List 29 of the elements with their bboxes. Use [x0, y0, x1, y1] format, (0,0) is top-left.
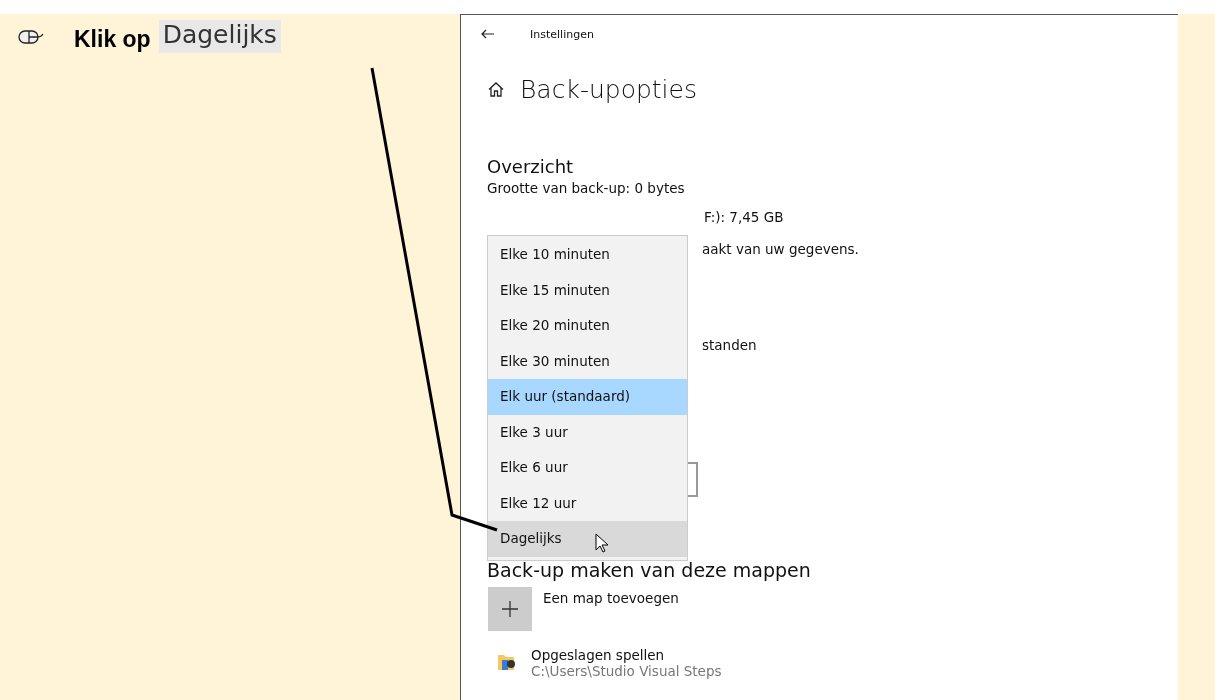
total-space-text: F:): 7,45 GB	[704, 209, 785, 225]
back-arrow-icon[interactable]	[481, 29, 495, 39]
folder-name: Opgeslagen spellen	[531, 647, 666, 663]
info-text: aakt van uw gegevens.	[702, 241, 860, 257]
dropdown-option[interactable]: Elk uur (standaard)	[488, 379, 687, 415]
target-label: Dagelijks	[158, 20, 281, 53]
plus-icon	[502, 601, 518, 617]
page-title: Back-upopties	[520, 75, 697, 104]
window-title: Instellingen	[530, 27, 594, 41]
dropdown-option[interactable]: Elke 12 uur	[488, 485, 687, 521]
mouse-icon	[18, 29, 44, 44]
backup-size-text: Grootte van back-up: 0 bytes	[487, 180, 686, 196]
folder-path: C:\Users\Studio Visual Steps	[531, 663, 722, 679]
dropdown-option[interactable]: Elke 15 minuten	[488, 272, 687, 308]
dropdown-option[interactable]: Elke 30 minuten	[488, 343, 687, 379]
files-text: standen	[702, 337, 758, 353]
folder-icon	[497, 652, 517, 672]
dropdown-option[interactable]: Dagelijks	[488, 521, 687, 557]
dropdown-option[interactable]: Elke 20 minuten	[488, 308, 687, 344]
cursor-icon	[595, 533, 609, 553]
add-folder-button[interactable]	[488, 587, 532, 631]
dropdown-option[interactable]: Elke 3 uur	[488, 414, 687, 450]
section-heading: Overzicht	[487, 156, 575, 177]
section-heading: Back-up maken van deze mappen	[487, 559, 812, 581]
instruction-text: Klik op	[74, 26, 151, 53]
home-icon[interactable]	[488, 82, 504, 97]
dropdown-option[interactable]: Elke 10 minuten	[488, 237, 687, 273]
dropdown-option[interactable]: Elke 6 uur	[488, 450, 687, 486]
add-folder-label: Een map toevoegen	[543, 590, 679, 608]
